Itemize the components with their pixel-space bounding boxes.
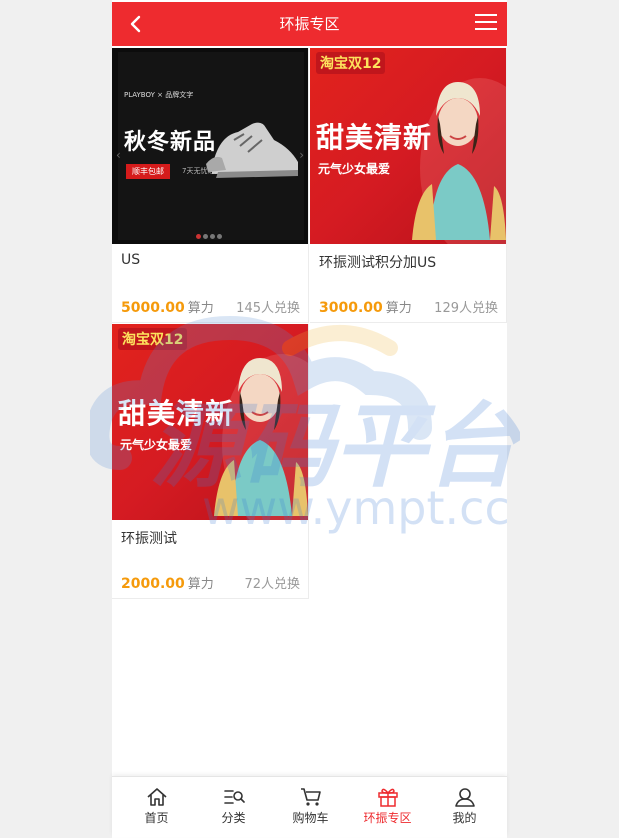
price-value: 5000.00 (121, 300, 185, 316)
sneaker-illustration (206, 122, 298, 178)
product-price: 2000.00 算力 (121, 573, 214, 592)
price-value: 2000.00 (121, 576, 185, 592)
tab-label: 环振专区 (363, 811, 412, 825)
user-icon (454, 788, 475, 807)
image-title-text: 秋冬新品 (124, 130, 217, 155)
carousel-next-icon[interactable]: › (299, 148, 304, 162)
gift-icon (377, 788, 398, 807)
tab-category[interactable]: 分类 (194, 777, 273, 837)
image-badge-text: 淘宝双12 (316, 52, 386, 74)
product-image[interactable]: PLAYBOY × 品牌文字 秋冬新品 顺丰包邮 7天无忧退换 ‹ › (112, 48, 308, 244)
tab-cart[interactable]: 购物车 (271, 777, 350, 837)
product-card[interactable]: 淘宝双12 甜美清新 元气少女最爱 环振测试 2000.00 算力 72人兑换 (112, 324, 309, 599)
tab-mine[interactable]: 我的 (425, 777, 504, 837)
product-image[interactable]: 淘宝双12 甜美清新 元气少女最爱 (112, 324, 308, 520)
image-sub-text: 元气少女最爱 (120, 438, 193, 452)
app-container: 环振专区 PLAYBOY × 品牌文字 秋冬新品 顺丰包邮 7天无忧退换 ‹ ›… (112, 0, 507, 838)
exchange-count: 72人兑换 (244, 577, 300, 592)
image-badge-text: 淘宝双12 (118, 328, 188, 350)
image-tag-text: 顺丰包邮 (126, 164, 170, 179)
product-name[interactable]: 环振测试 (121, 528, 177, 548)
product-image[interactable]: 淘宝双12 甜美清新 元气少女最爱 (310, 48, 506, 244)
carousel-dots (196, 224, 224, 239)
cart-icon (300, 788, 321, 806)
price-unit: 算力 (187, 577, 214, 592)
product-price: 3000.00 算力 (319, 297, 412, 316)
menu-icon[interactable] (475, 14, 497, 32)
category-icon (223, 790, 245, 804)
tab-home[interactable]: 首页 (117, 777, 196, 837)
product-card[interactable]: 淘宝双12 甜美清新 元气少女最爱 环振测试积分加US 3000.00 算力 12… (310, 48, 507, 323)
image-title-text: 甜美清新 (118, 397, 235, 430)
exchange-count: 145人兑换 (236, 301, 300, 316)
product-card[interactable]: PLAYBOY × 品牌文字 秋冬新品 顺丰包邮 7天无忧退换 ‹ › US 5… (112, 48, 309, 323)
product-name[interactable]: 环振测试积分加US (319, 252, 436, 272)
carousel-prev-icon[interactable]: ‹ (116, 148, 121, 162)
tab-label: 分类 (221, 811, 246, 825)
exchange-count: 129人兑换 (434, 301, 498, 316)
price-value: 3000.00 (319, 300, 383, 316)
tab-label: 首页 (144, 811, 169, 825)
price-unit: 算力 (187, 301, 214, 316)
tab-label: 购物车 (292, 811, 329, 825)
page-title: 环振专区 (279, 15, 340, 33)
bottom-tab-bar: 首页 分类 购物车 环振专区 我的 (112, 776, 507, 837)
tab-zone[interactable]: 环振专区 (348, 777, 427, 837)
tab-label: 我的 (452, 811, 477, 825)
top-bar: 环振专区 (112, 2, 507, 46)
price-unit: 算力 (385, 301, 412, 316)
image-brand-text: PLAYBOY × 品牌文字 (124, 91, 194, 99)
image-title-text: 甜美清新 (316, 121, 433, 154)
image-sub-text: 元气少女最爱 (318, 162, 391, 176)
product-price: 5000.00 算力 (121, 297, 214, 316)
product-name[interactable]: US (121, 252, 140, 268)
home-icon (146, 788, 167, 806)
